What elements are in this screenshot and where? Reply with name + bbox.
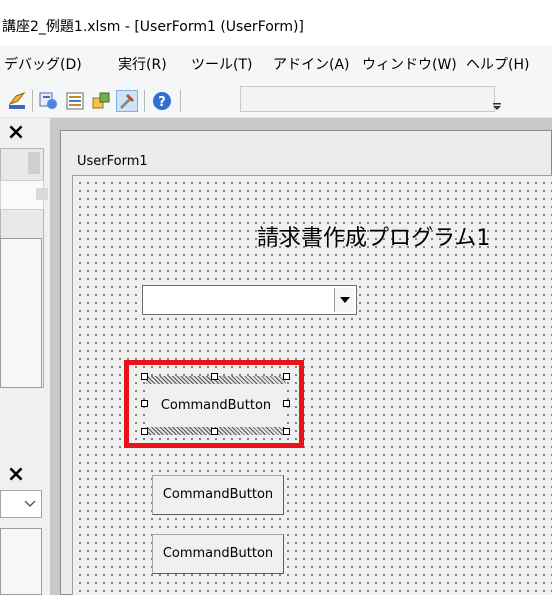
menu-debug[interactable]: デバッグ(D) xyxy=(4,54,82,74)
window-title: 講座2_例題1.xlsm - [UserForm1 (UserForm)] xyxy=(2,19,304,35)
dropdown-arrow-icon[interactable] xyxy=(334,288,354,312)
location-field xyxy=(240,86,495,112)
userform-caption: UserForm1 xyxy=(77,154,148,169)
menu-bar: デバッグ(D) 実行(R) ツール(T) アドイン(A) ウィンドウ(W) ヘル… xyxy=(0,46,552,80)
properties-grid xyxy=(0,528,42,595)
toolbar-separator xyxy=(144,90,145,112)
toolbar-separator xyxy=(32,90,33,112)
title-bar: 講座2_例題1.xlsm - [UserForm1 (UserForm)] xyxy=(0,0,552,46)
toolbar-separator xyxy=(180,90,181,112)
close-icon[interactable]: × xyxy=(2,463,30,489)
properties-window-icon[interactable] xyxy=(64,90,86,112)
menu-window[interactable]: ウィンドウ(W) xyxy=(362,54,457,74)
tree-view xyxy=(0,238,42,388)
menu-tools[interactable]: ツール(T) xyxy=(191,54,252,74)
close-icon[interactable]: × xyxy=(2,121,30,147)
combobox[interactable] xyxy=(142,285,357,315)
menu-run[interactable]: 実行(R) xyxy=(118,54,167,74)
help-icon[interactable]: ? xyxy=(151,90,173,112)
title-label[interactable]: 請求書作成プログラム1 xyxy=(257,220,490,252)
menu-addins[interactable]: アドイン(A) xyxy=(273,54,350,74)
highlight-box xyxy=(124,360,304,448)
object-browser-icon[interactable] xyxy=(90,90,112,112)
toolbox-icon[interactable] xyxy=(116,90,138,112)
design-mode-icon[interactable] xyxy=(6,90,28,112)
project-explorer-icon[interactable] xyxy=(38,90,60,112)
command-button[interactable]: CommandButton xyxy=(152,534,284,574)
left-pane: × × xyxy=(0,118,50,595)
menu-help[interactable]: ヘルプ(H) xyxy=(466,54,529,74)
vbe-window: 講座2_例題1.xlsm - [UserForm1 (UserForm)] デバ… xyxy=(0,0,552,595)
svg-text:?: ? xyxy=(158,95,166,110)
properties-object-select[interactable] xyxy=(0,490,42,518)
panel-scroll-button[interactable] xyxy=(36,188,48,200)
command-button[interactable]: CommandButton xyxy=(152,475,284,515)
toolbar-overflow-icon[interactable] xyxy=(490,86,504,112)
scrollbar-thumb[interactable] xyxy=(28,152,40,174)
